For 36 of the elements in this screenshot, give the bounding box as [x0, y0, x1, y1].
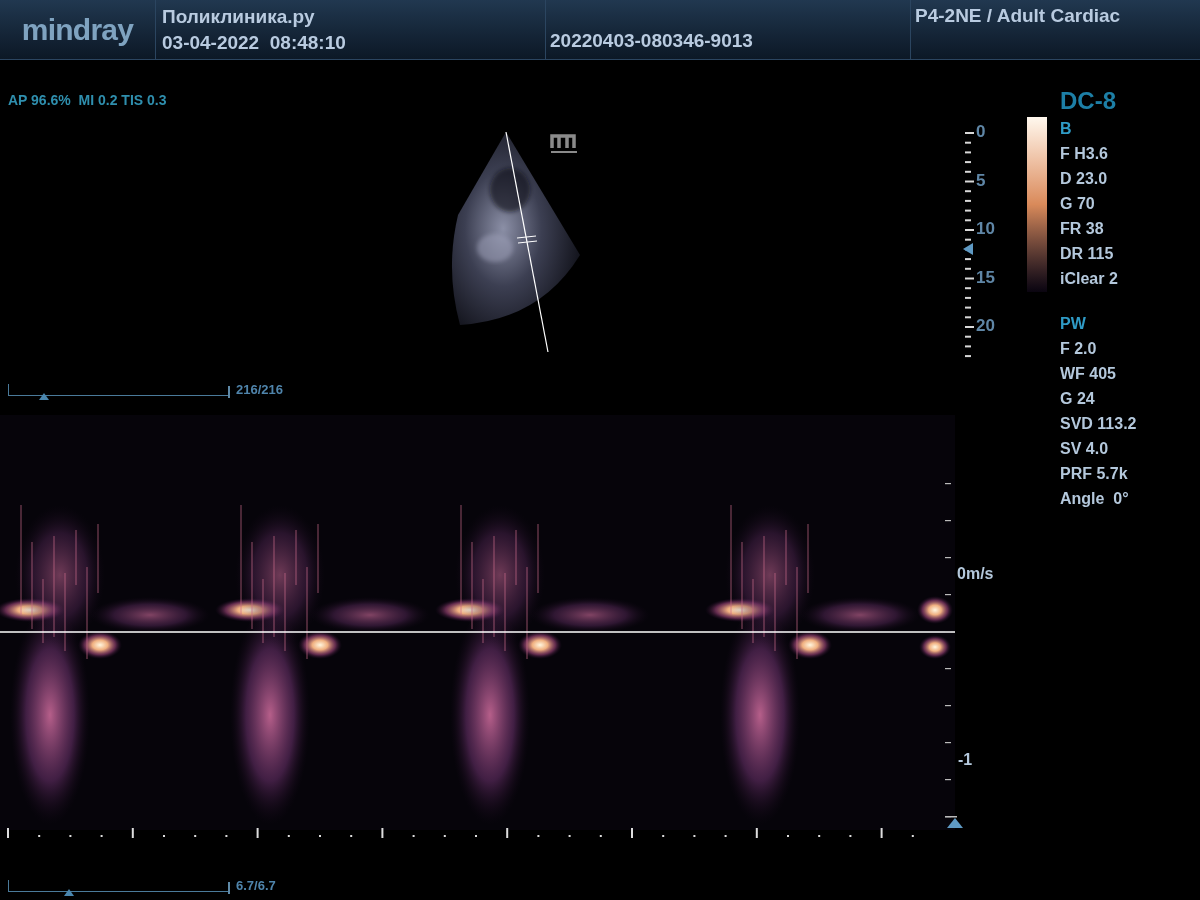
exam-id: 20220403-080346-9013: [550, 28, 753, 53]
parameter-value: F 2.0: [1060, 339, 1098, 359]
parameter-value: iClear 2: [1060, 269, 1119, 289]
parameter-value: SV 4.0: [1060, 439, 1110, 459]
baseline-marker-icon: [947, 818, 963, 828]
depth-label: 10: [976, 220, 995, 237]
clinic-name: Поликлиника.ру: [162, 4, 316, 29]
brand-logo: mindray: [21, 12, 134, 48]
velocity-label: 0m/s: [957, 564, 994, 584]
parameter-value: WF 405: [1060, 364, 1117, 384]
parameter-value: FR 38: [1060, 219, 1105, 239]
parameter-value: D 23.0: [1060, 169, 1109, 189]
parameter-group-title: PW: [1060, 314, 1087, 334]
parameter-value: Angle 0°: [1060, 489, 1130, 509]
orientation-marker-icon: [550, 132, 578, 154]
mode-title: DC-8: [1060, 86, 1117, 116]
parameter-value: G 70: [1060, 194, 1096, 214]
depth-label: 0: [976, 123, 986, 140]
parameter-value: PRF 5.7k: [1060, 464, 1129, 484]
depth-label: 15: [976, 268, 995, 286]
parameter-value: F H3.6: [1060, 144, 1109, 164]
parameter-value: SVD 113.2: [1060, 414, 1137, 434]
slider-reading: 6.7/6.7: [236, 877, 276, 895]
parameter-group-title: B: [1060, 119, 1073, 139]
slider-thumb[interactable]: [64, 888, 75, 896]
parameter-value: G 24: [1060, 389, 1096, 409]
acoustic-output-readout: AP 96.6% MI 0.2 TIS 0.3: [8, 91, 167, 110]
parameter-value: DR 115: [1060, 244, 1115, 264]
slider-thumb[interactable]: [38, 392, 49, 400]
probe-preset: P4-2NE / Adult Cardiac: [915, 4, 1121, 28]
focus-marker-icon: [962, 242, 974, 256]
velocity-label: -1: [958, 750, 973, 770]
exam-datetime: 03-04-2022 08:48:10: [162, 30, 347, 55]
slider-reading: 216/216: [236, 381, 283, 399]
depth-label: 5: [976, 171, 986, 189]
depth-label: 20: [976, 317, 995, 334]
